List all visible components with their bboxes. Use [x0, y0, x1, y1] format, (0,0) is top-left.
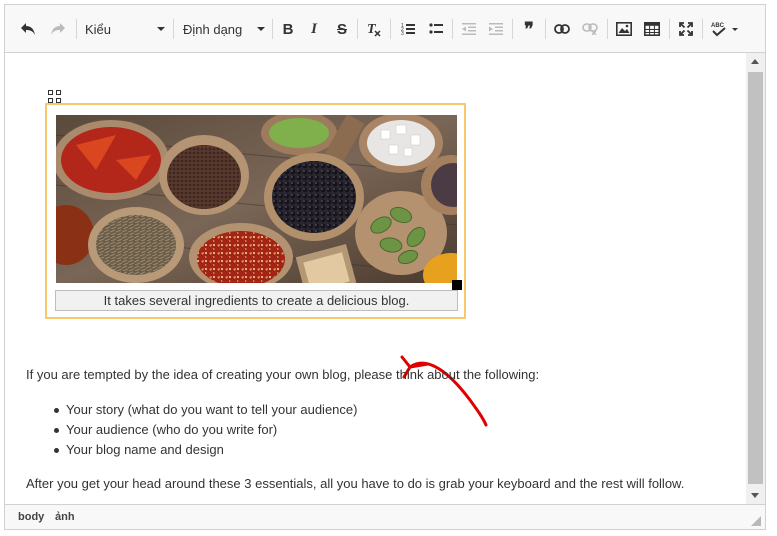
strikethrough-icon: S [336, 20, 347, 38]
rich-text-editor: Kiểu Định dạng B I S T 123 ❞ ABC It take… [4, 4, 766, 530]
increase-indent-button[interactable] [485, 18, 507, 40]
chevron-down-icon [731, 27, 738, 31]
toolbar-separator [669, 19, 670, 39]
svg-text:ABC: ABC [711, 23, 725, 29]
image-icon [616, 22, 632, 36]
format-combo-label: Định dạng [183, 21, 243, 37]
redo-icon [51, 23, 65, 35]
link-icon [554, 24, 570, 34]
outdent-icon [462, 23, 476, 35]
maximize-button[interactable] [675, 18, 697, 40]
indent-icon [489, 23, 503, 35]
toolbar-separator [76, 19, 77, 39]
toolbar-separator [390, 19, 391, 39]
image-caption[interactable]: It takes several ingredients to create a… [55, 290, 458, 311]
image-resize-handle[interactable] [452, 280, 462, 290]
list-item: Your blog name and design [49, 440, 357, 460]
unlink-button[interactable] [579, 18, 601, 40]
table-icon [644, 22, 660, 36]
italic-button[interactable]: I [303, 18, 325, 40]
bold-button[interactable]: B [277, 18, 299, 40]
remove-format-icon: T [367, 22, 381, 37]
vertical-scrollbar[interactable] [746, 53, 765, 504]
list-item: Your audience (who do you write for) [49, 420, 357, 440]
undo-button[interactable] [15, 18, 41, 40]
link-button[interactable] [551, 18, 573, 40]
redo-button[interactable] [45, 18, 71, 40]
styles-combo[interactable]: Kiểu [85, 18, 165, 40]
insert-table-button[interactable] [641, 18, 663, 40]
remove-format-button[interactable]: T [363, 18, 385, 40]
numbered-list-icon: 123 [401, 23, 415, 36]
toolbar-separator [545, 19, 546, 39]
resize-grip-icon[interactable] [751, 516, 761, 526]
bold-icon: B [282, 20, 294, 38]
spices-photo[interactable] [56, 115, 457, 283]
intro-paragraph: If you are tempted by the idea of creati… [26, 367, 540, 382]
styles-combo-label: Kiểu [85, 21, 112, 37]
toolbar-separator [173, 19, 174, 39]
numbered-list-button[interactable]: 123 [397, 18, 419, 40]
spellcheck-icon: ABC [711, 23, 726, 37]
bulleted-list-button[interactable] [425, 18, 447, 40]
blockquote-icon: ❞ [524, 18, 534, 39]
toolbar-separator [357, 19, 358, 39]
chevron-down-icon [257, 27, 265, 31]
scrollbar-thumb[interactable] [748, 72, 763, 484]
unlink-icon [582, 23, 598, 35]
widget-drag-handle-icon[interactable] [48, 90, 61, 103]
spellcheck-button[interactable]: ABC [707, 18, 741, 40]
toolbar-separator [452, 19, 453, 39]
bulleted-list-icon [429, 23, 443, 34]
scroll-up-arrow-icon[interactable] [751, 59, 759, 64]
blockquote-button[interactable]: ❞ [518, 18, 540, 40]
editor-content-area[interactable]: It takes several ingredients to create a… [5, 53, 746, 504]
toolbar-separator [272, 19, 273, 39]
list-item: Your story (what do you want to tell you… [49, 400, 357, 420]
toolbar-separator [702, 19, 703, 39]
decrease-indent-button[interactable] [458, 18, 480, 40]
editor-toolbar: Kiểu Định dạng B I S T 123 ❞ ABC [5, 5, 765, 53]
path-crumb-body[interactable]: body [18, 511, 44, 523]
chevron-down-icon [157, 27, 165, 31]
toolbar-separator [512, 19, 513, 39]
scroll-down-arrow-icon[interactable] [751, 493, 759, 498]
outro-paragraph: After you get your head around these 3 e… [26, 476, 685, 491]
insert-image-button[interactable] [613, 18, 635, 40]
path-crumb-image[interactable]: ảnh [55, 511, 75, 523]
svg-text:3: 3 [401, 31, 404, 36]
undo-icon [21, 23, 35, 35]
strikethrough-button[interactable]: S [331, 18, 353, 40]
bulleted-list: Your story (what do you want to tell you… [49, 400, 357, 460]
toolbar-separator [607, 19, 608, 39]
italic-icon: I [311, 20, 317, 37]
element-path-bar: body ảnh [5, 504, 765, 529]
maximize-icon [679, 22, 693, 36]
format-combo[interactable]: Định dạng [183, 18, 265, 40]
